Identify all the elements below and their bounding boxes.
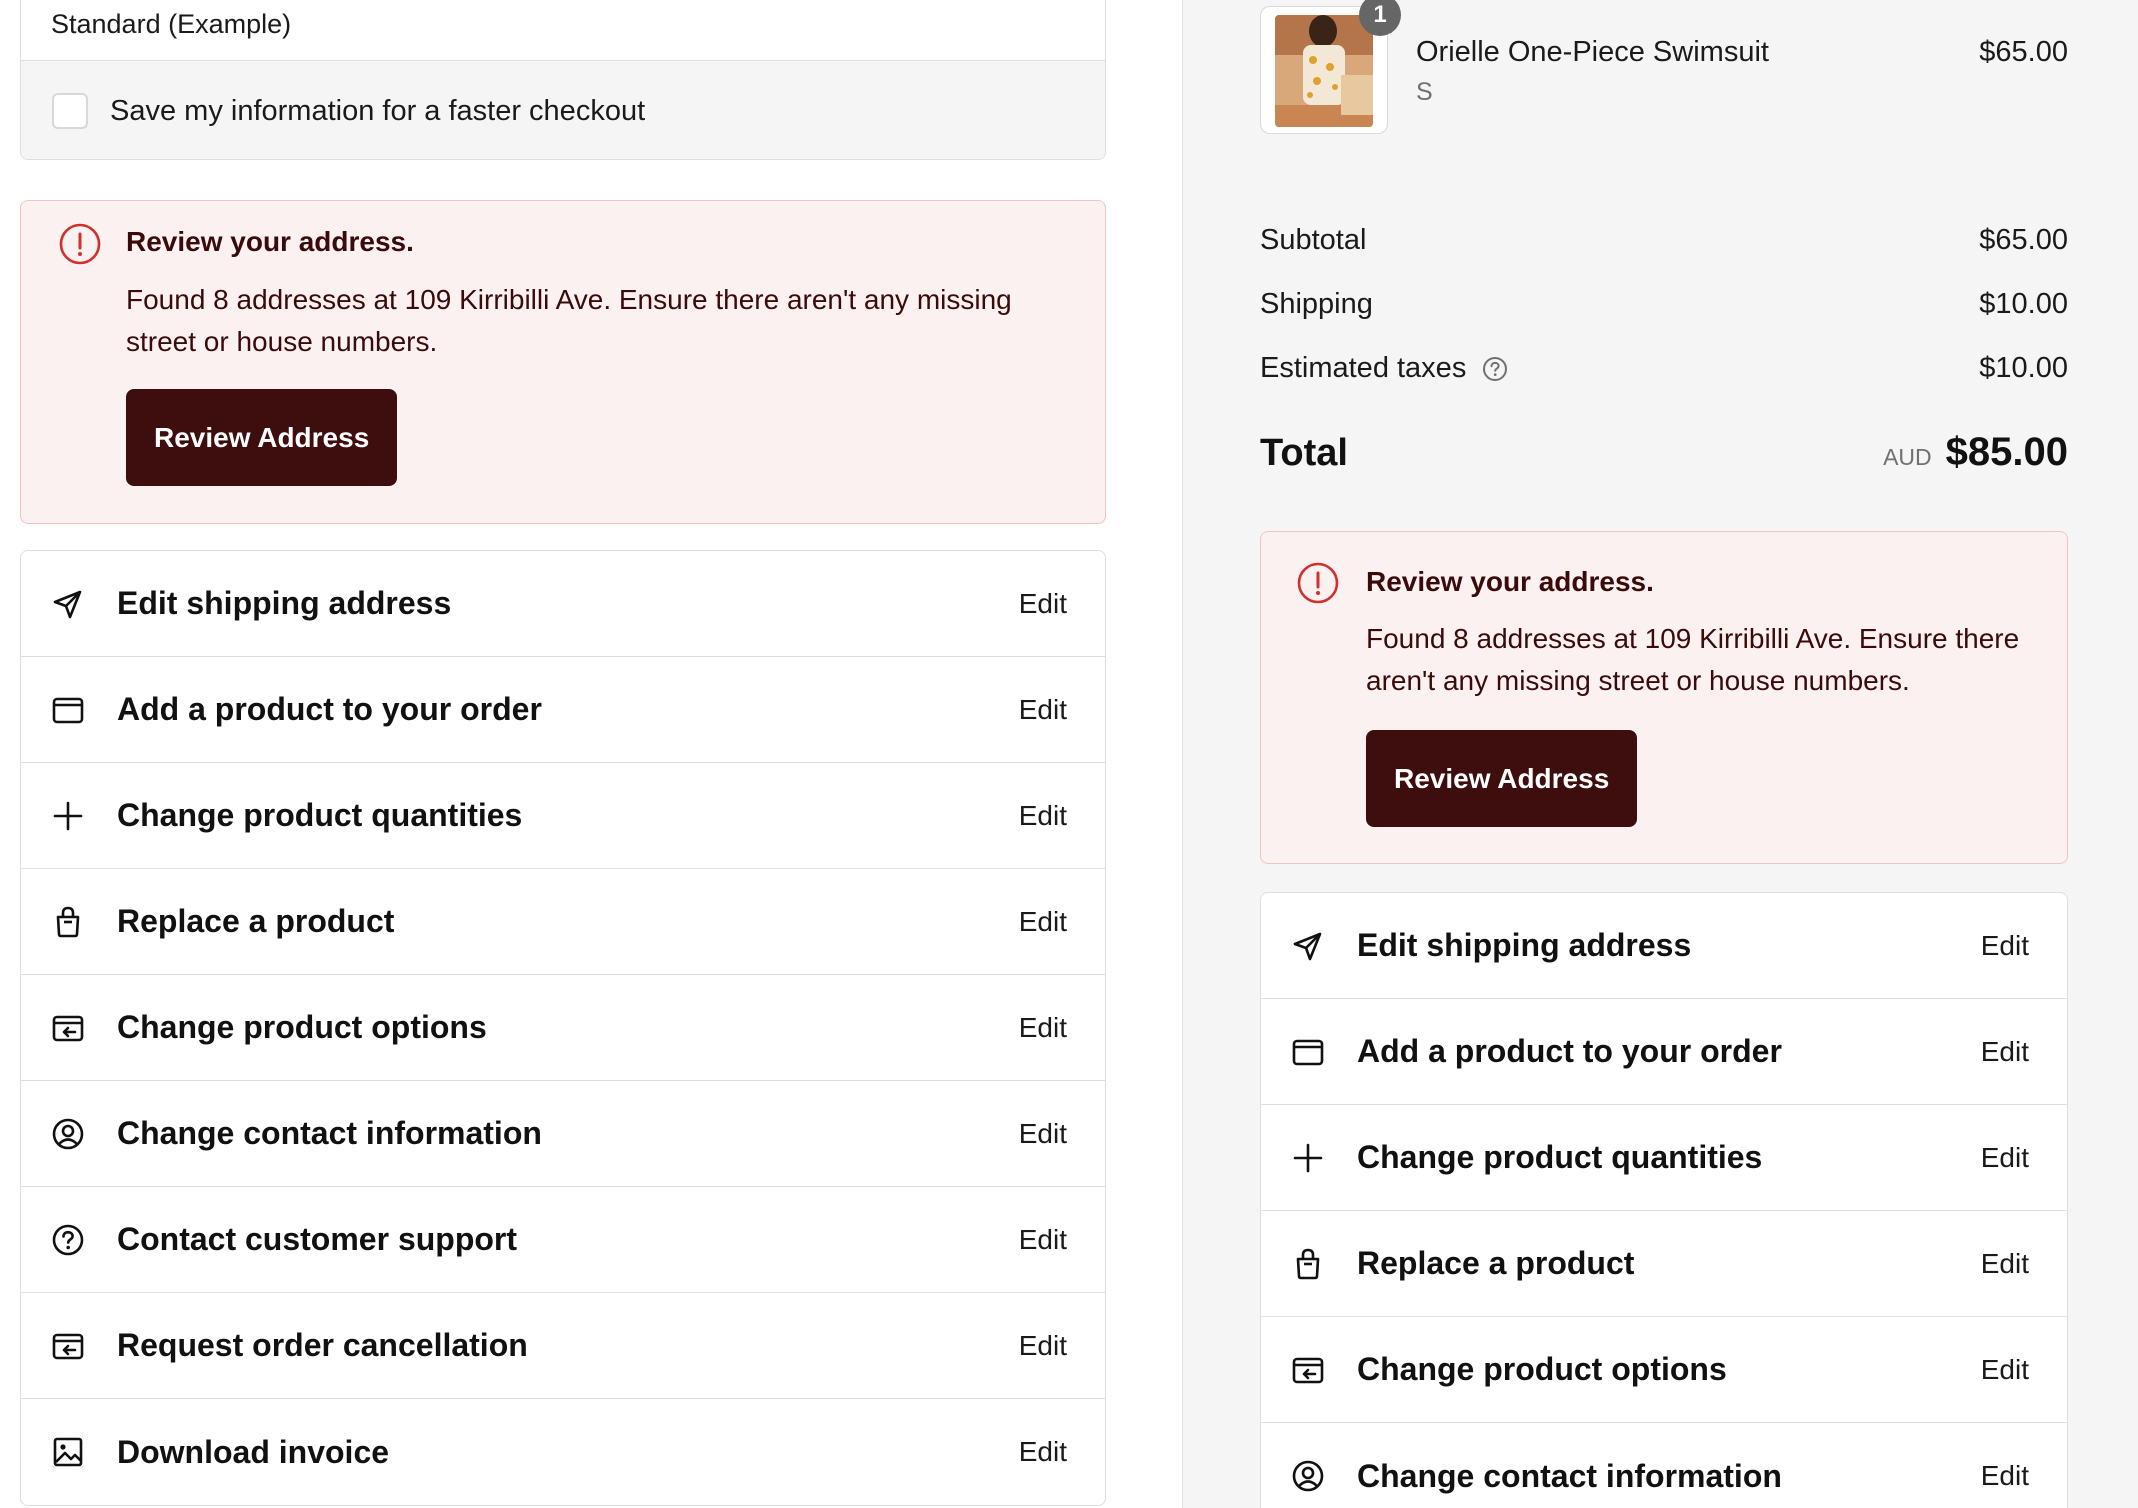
edit-link[interactable]: Edit — [1981, 1354, 2029, 1386]
edit-row-request-order-cancellation[interactable]: Request order cancellation Edit — [21, 1293, 1105, 1399]
edit-row-label: Change product options — [117, 1009, 487, 1045]
edit-row-replace-a-product[interactable]: Replace a product Edit — [21, 869, 1105, 975]
shopping-bag-icon — [51, 905, 85, 939]
total-label: Total — [1260, 432, 1348, 474]
edit-row-label: Edit shipping address — [1357, 927, 1692, 963]
user-circle-icon — [51, 1117, 85, 1151]
edit-row-label: Change product options — [1357, 1351, 1727, 1387]
edit-link[interactable]: Edit — [1019, 906, 1067, 938]
swimsuit-image — [1275, 15, 1373, 127]
edit-row-change-product-options[interactable]: Change product options Edit — [21, 975, 1105, 1081]
order-edit-list: Edit shipping address Edit Add a product t… — [20, 550, 1106, 1506]
shipping-method-option[interactable]: Standard (Example) — [21, 0, 1105, 60]
checkout-main: Standard (Example) Save my information f… — [0, 0, 1182, 1508]
edit-row-replace-a-product[interactable]: Replace a product Edit — [1261, 1211, 2067, 1317]
edit-link[interactable]: Edit — [1981, 1248, 2029, 1280]
product-price: $65.00 — [1979, 36, 2068, 68]
edit-row-label: Change contact information — [1357, 1457, 1782, 1494]
shipping-value: $10.00 — [1979, 288, 2068, 320]
edit-link[interactable]: Edit — [1019, 1436, 1067, 1468]
product-options-icon — [51, 1011, 85, 1045]
product-options-icon — [1291, 1353, 1325, 1387]
edit-row-label: Request order cancellation — [117, 1327, 528, 1363]
edit-row-label: Contact customer support — [117, 1221, 518, 1257]
address-review-alert: Review your address. Found 8 addresses a… — [20, 200, 1106, 524]
edit-row-contact-customer-support[interactable]: Contact customer support Edit — [21, 1187, 1105, 1293]
shipping-method-label: Standard (Example) — [51, 9, 292, 39]
edit-row-download-invoice[interactable]: Download invoice Edit — [21, 1399, 1105, 1505]
review-address-button[interactable]: Review Address — [126, 389, 398, 486]
edit-link[interactable]: Edit — [1981, 930, 2029, 962]
alert-title: Review your address. — [1366, 566, 1654, 597]
alert-circle-icon — [59, 223, 101, 265]
edit-row-label: Download invoice — [117, 1433, 390, 1470]
edit-row-change-product-options[interactable]: Change product options Edit — [1261, 1317, 2067, 1423]
edit-link[interactable]: Edit — [1019, 1330, 1067, 1362]
edit-link[interactable]: Edit — [1019, 1012, 1067, 1044]
taxes-label: Estimated taxes — [1260, 352, 1467, 384]
edit-row-add-a-product-to-your-order[interactable]: Add a product to your order Edit — [1261, 999, 2067, 1105]
review-address-button[interactable]: Review Address — [1366, 730, 1638, 827]
edit-link[interactable]: Edit — [1019, 694, 1067, 726]
alert-body: Found 8 addresses at 109 Kirribilli Ave.… — [1366, 623, 2020, 696]
subtotal-value: $65.00 — [1979, 224, 2068, 256]
product-box-icon — [51, 693, 85, 727]
alert-title: Review your address. — [126, 226, 414, 257]
cancel-order-icon — [51, 1329, 85, 1363]
edit-row-change-contact-information[interactable]: Change contact information Edit — [1261, 1423, 2067, 1508]
edit-link[interactable]: Edit — [1019, 588, 1067, 620]
navigation-arrow-icon — [1291, 929, 1325, 963]
shipping-label: Shipping — [1260, 288, 1373, 320]
taxes-value: $10.00 — [1979, 352, 2068, 384]
edit-row-change-product-quantities[interactable]: Change product quantities Edit — [21, 763, 1105, 869]
save-info-row[interactable]: Save my information for a faster checkou… — [21, 60, 1105, 159]
image-invoice-icon — [51, 1435, 85, 1469]
taxes-row: Estimated taxes $10.00 — [1260, 352, 2068, 385]
plus-icon — [51, 799, 85, 833]
save-info-checkbox[interactable] — [52, 93, 88, 129]
edit-row-change-contact-information[interactable]: Change contact information Edit — [21, 1081, 1105, 1187]
alert-body: Found 8 addresses at 109 Kirribilli Ave.… — [126, 284, 1012, 357]
alert-circle-icon — [1297, 562, 1339, 604]
order-edit-list-summary: Edit shipping address Edit Add a product t… — [1260, 892, 2068, 1508]
edit-row-label: Edit shipping address — [117, 585, 452, 621]
edit-link[interactable]: Edit — [1019, 1224, 1067, 1256]
help-circle-icon — [51, 1223, 85, 1257]
shipping-row: Shipping $10.00 — [1260, 288, 2068, 321]
edit-row-edit-shipping-address[interactable]: Edit shipping address Edit — [21, 551, 1105, 657]
save-info-label: Save my information for a faster checkou… — [110, 94, 646, 127]
shopping-bag-icon — [1291, 1247, 1325, 1281]
product-box-icon — [1291, 1035, 1325, 1069]
edit-link[interactable]: Edit — [1981, 1142, 2029, 1174]
edit-row-label: Change product quantities — [117, 797, 523, 833]
subtotal-row: Subtotal $65.00 — [1260, 224, 2068, 257]
edit-row-label: Add a product to your order — [117, 691, 542, 727]
plus-icon — [1291, 1141, 1325, 1175]
product-name: Orielle One-Piece Swimsuit — [1416, 36, 1769, 68]
edit-row-label: Add a product to your order — [1357, 1033, 1782, 1069]
total-row: Total AUD $85.00 — [1260, 430, 2068, 475]
edit-row-label: Replace a product — [117, 903, 395, 939]
user-circle-icon — [1291, 1459, 1325, 1493]
product-variant: S — [1416, 78, 1433, 106]
edit-row-label: Change product quantities — [1357, 1139, 1763, 1175]
navigation-arrow-icon — [51, 587, 85, 621]
edit-row-change-product-quantities[interactable]: Change product quantities Edit — [1261, 1105, 2067, 1211]
edit-link[interactable]: Edit — [1019, 1118, 1067, 1150]
edit-row-label: Change contact information — [117, 1115, 542, 1151]
edit-link[interactable]: Edit — [1981, 1460, 2029, 1492]
help-circle-icon[interactable] — [1482, 356, 1508, 382]
edit-link[interactable]: Edit — [1981, 1036, 2029, 1068]
currency-code: AUD — [1883, 444, 1932, 470]
address-review-alert-summary: Review your address. Found 8 addresses a… — [1260, 531, 2068, 864]
edit-row-label: Replace a product — [1357, 1245, 1635, 1281]
edit-row-add-a-product-to-your-order[interactable]: Add a product to your order Edit — [21, 657, 1105, 763]
edit-row-edit-shipping-address[interactable]: Edit shipping address Edit — [1261, 893, 2067, 999]
shipping-method-box: Standard (Example) Save my information f… — [20, 0, 1106, 160]
total-amount: $85.00 — [1945, 430, 2068, 474]
subtotal-label: Subtotal — [1260, 224, 1367, 256]
edit-link[interactable]: Edit — [1019, 800, 1067, 832]
